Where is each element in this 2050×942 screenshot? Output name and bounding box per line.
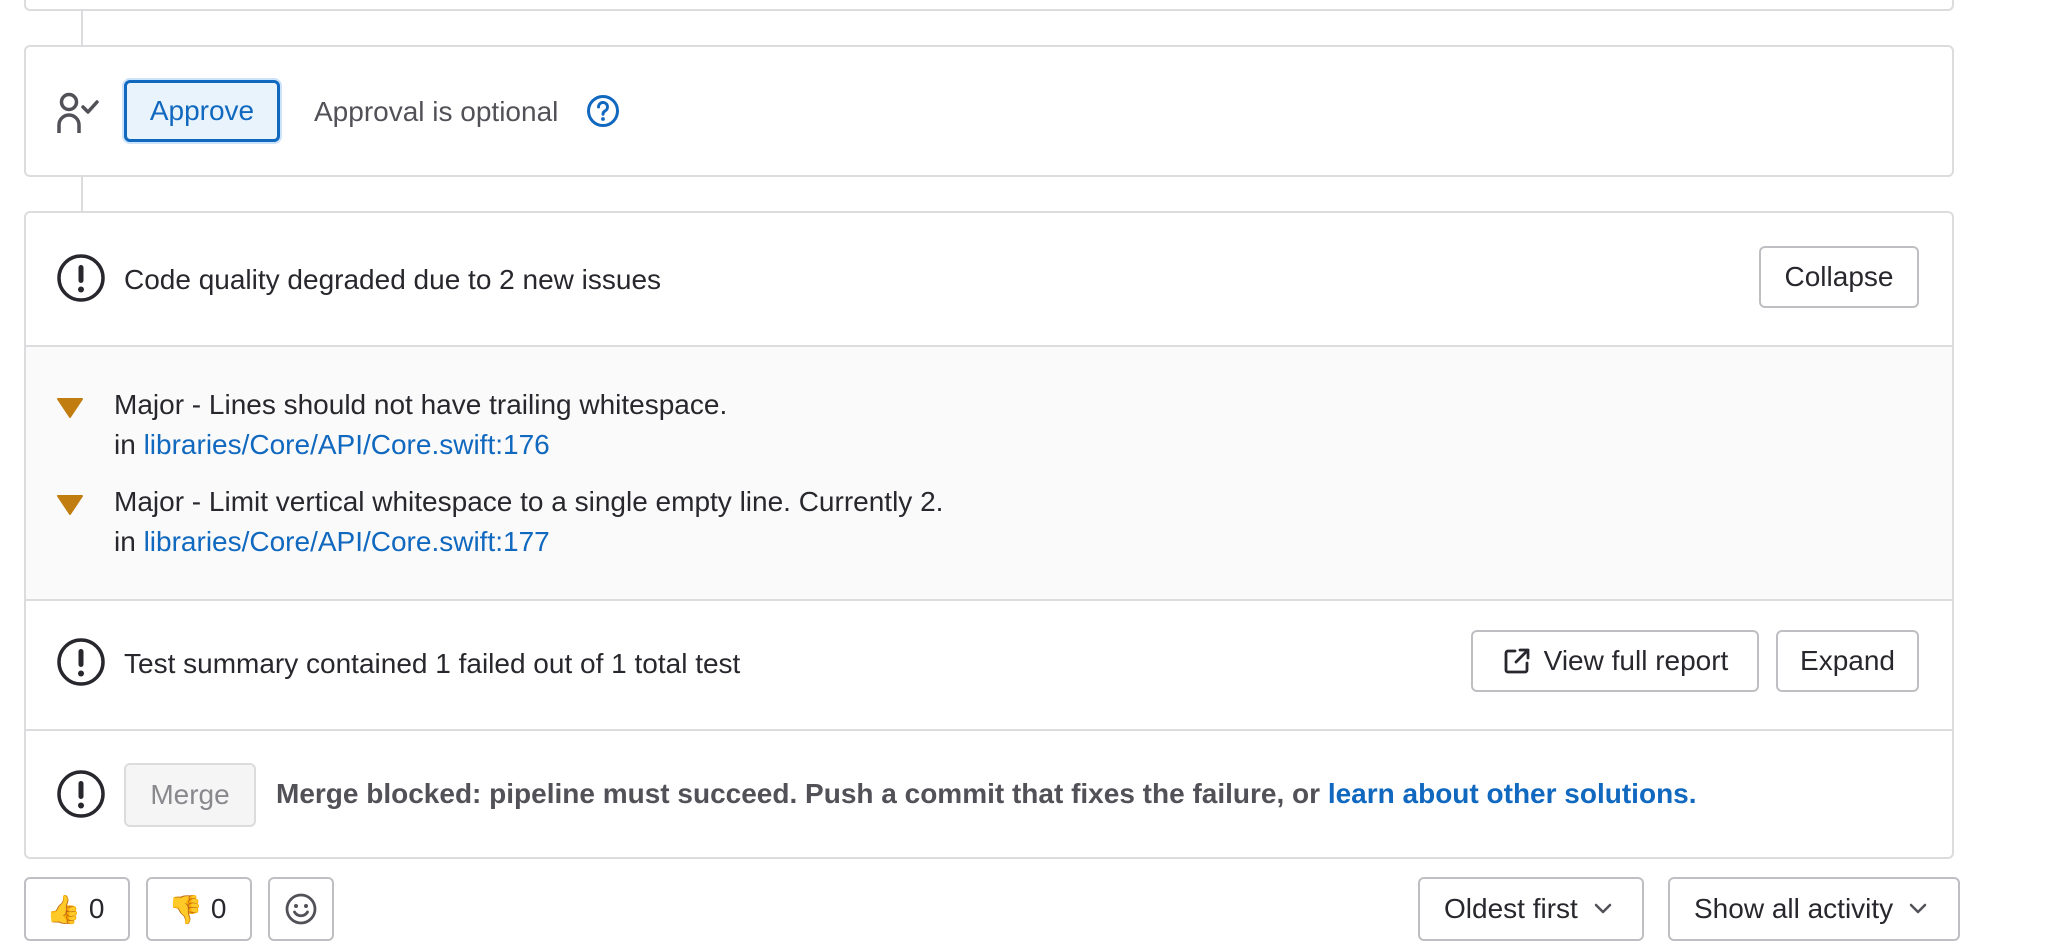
expand-button[interactable]: Expand	[1776, 630, 1919, 692]
learn-other-solutions-link[interactable]: learn about other solutions.	[1328, 778, 1697, 809]
thumbs-up-count: 0	[88, 893, 105, 924]
activity-filter-label: Show all activity	[1694, 893, 1894, 924]
test-summary-title: Test summary contained 1 failed out of 1…	[124, 648, 741, 679]
merge-request-widget: Code quality degraded due to 2 new issue…	[24, 211, 1954, 859]
approval-optional-text: Approval is optional	[314, 96, 559, 127]
view-full-report-label: View full report	[1543, 645, 1729, 676]
activity-filter-dropdown[interactable]: Show all activity	[1668, 877, 1960, 941]
sort-order-dropdown[interactable]: Oldest first	[1418, 877, 1644, 941]
thumbs-down-count: 0	[210, 893, 227, 924]
warning-circle-icon	[56, 637, 106, 687]
triangle-down-warning-icon	[56, 494, 84, 516]
thumbs-down-icon: 👎	[168, 893, 203, 925]
code-quality-issues-list: Major - Lines should not have trailing w…	[26, 345, 1952, 601]
issue-in-prefix: in	[114, 526, 136, 557]
warning-circle-icon	[56, 253, 106, 303]
external-link-icon	[1502, 646, 1532, 676]
issue-description: Major - Lines should not have trailing w…	[114, 389, 728, 420]
triangle-down-warning-icon	[56, 397, 84, 419]
issue-location: in libraries/Core/API/Core.swift:177	[114, 526, 550, 558]
issue-in-prefix: in	[114, 429, 136, 460]
approval-card: Approve Approval is optional	[24, 45, 1954, 177]
merge-section: Merge Merge blocked: pipeline must succe…	[26, 729, 1952, 857]
timeline-connector	[81, 10, 83, 45]
approve-button[interactable]: Approve	[124, 80, 280, 142]
thumbs-up-reaction-button[interactable]: 👍 0	[24, 877, 130, 941]
smiley-icon	[284, 892, 318, 926]
merge-blocked-text: Merge blocked: pipeline must succeed. Pu…	[276, 778, 1328, 809]
merge-button[interactable]: Merge	[124, 763, 256, 827]
sort-order-label: Oldest first	[1444, 893, 1578, 924]
collapse-button[interactable]: Collapse	[1759, 246, 1919, 308]
thumbs-up-icon: 👍	[46, 893, 81, 925]
issue-file-link[interactable]: libraries/Core/API/Core.swift:176	[144, 429, 550, 460]
issue-location: in libraries/Core/API/Core.swift:176	[114, 429, 550, 461]
timeline-connector	[81, 177, 83, 211]
issue-file-link[interactable]: libraries/Core/API/Core.swift:177	[144, 526, 550, 557]
merge-blocked-message: Merge blocked: pipeline must succeed. Pu…	[276, 778, 1697, 810]
approval-check-icon	[56, 91, 100, 135]
code-quality-section: Code quality degraded due to 2 new issue…	[26, 213, 1952, 345]
view-full-report-button[interactable]: View full report	[1471, 630, 1759, 692]
code-quality-title: Code quality degraded due to 2 new issue…	[124, 264, 662, 295]
test-summary-section: Test summary contained 1 failed out of 1…	[26, 597, 1952, 731]
previous-card-edge	[24, 0, 1954, 11]
add-reaction-button[interactable]	[268, 877, 334, 941]
warning-circle-icon	[56, 769, 106, 819]
chevron-down-icon	[1893, 903, 1927, 915]
issue-description: Major - Limit vertical whitespace to a s…	[114, 486, 944, 517]
thumbs-down-reaction-button[interactable]: 👎 0	[146, 877, 252, 941]
chevron-down-icon	[1578, 903, 1612, 915]
question-circle-icon[interactable]	[586, 94, 620, 128]
